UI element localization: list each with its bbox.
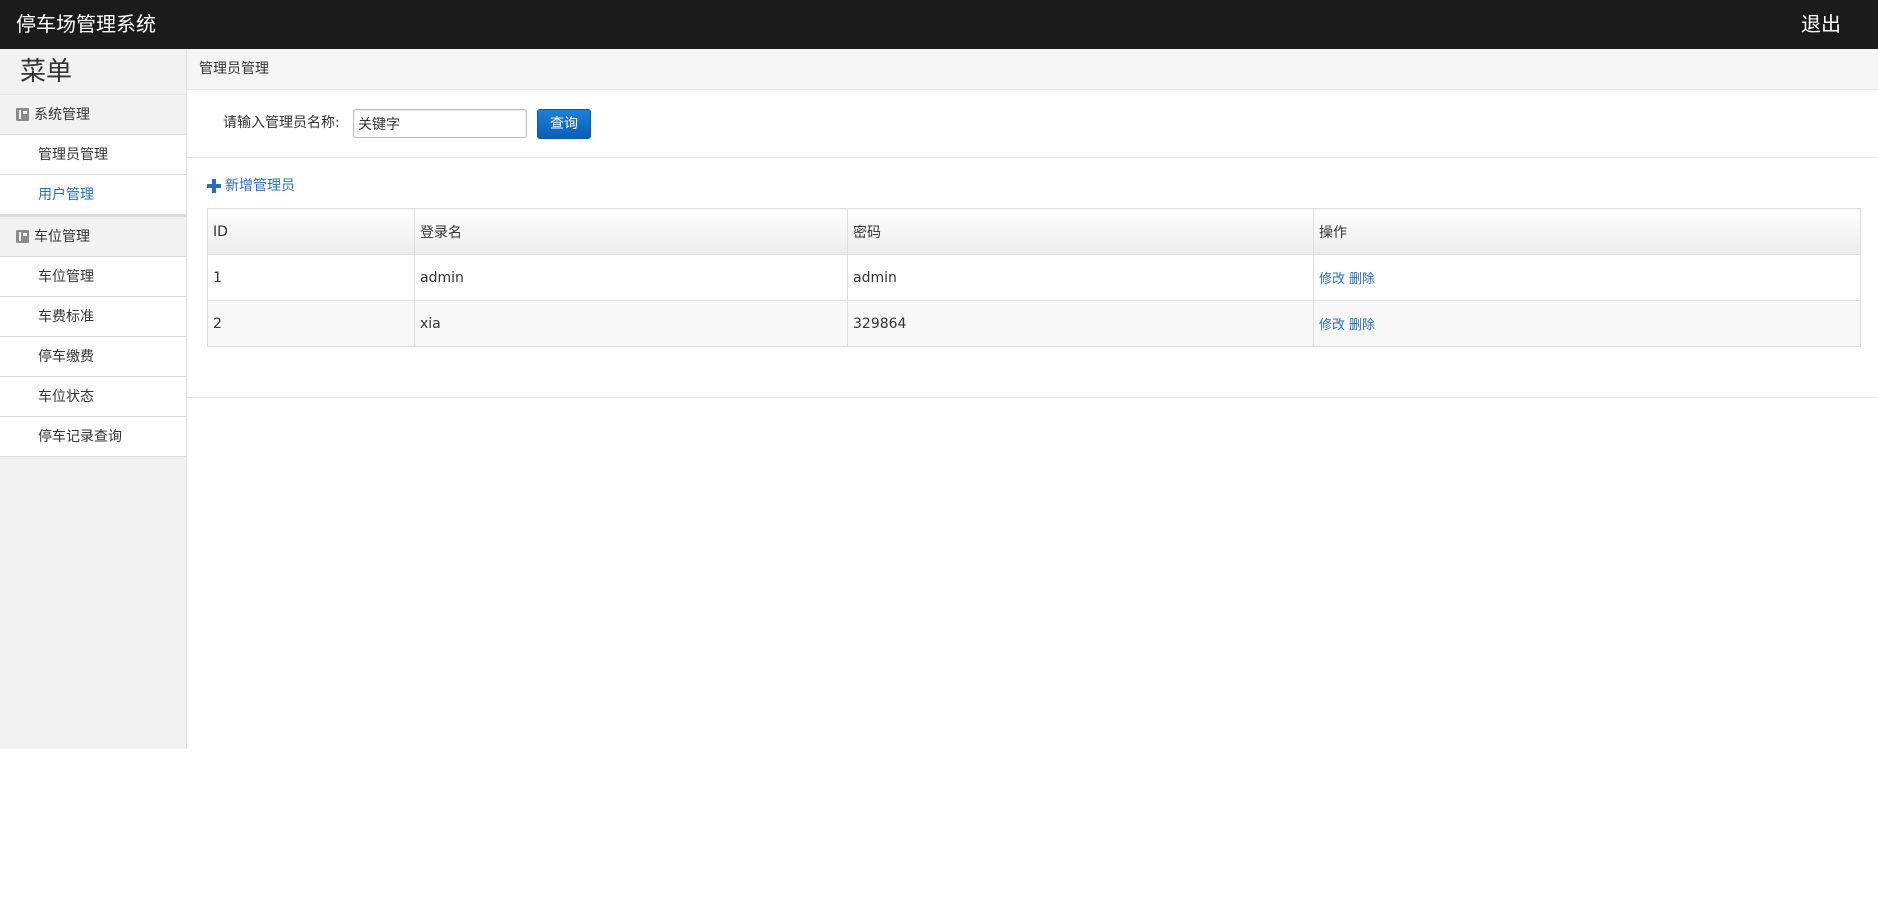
admin-table: ID 登录名 密码 操作 1 admin admin 修改 删除 2 xia 3… (207, 208, 1861, 347)
cell-password: 329864 (847, 300, 1314, 347)
sidebar-group-system[interactable]: 系统管理 (0, 95, 186, 135)
edit-link[interactable]: 修改 (1319, 272, 1345, 287)
sidebar-item-parking-space[interactable]: 车位管理 (0, 257, 186, 297)
column-header-id: ID (207, 208, 415, 255)
cell-login: admin (414, 254, 848, 301)
table-panel: 新增管理员 ID 登录名 密码 操作 1 admin admin 修改 删除 2… (187, 158, 1878, 398)
sidebar: 菜单 系统管理 管理员管理 用户管理 车位管理 车位管理 车费标准 停车缴费 车… (0, 49, 187, 749)
cell-actions: 修改 删除 (1313, 254, 1861, 301)
cell-id: 2 (207, 300, 415, 347)
sidebar-group-parking[interactable]: 车位管理 (0, 217, 186, 257)
search-button[interactable]: 查询 (537, 109, 591, 139)
plus-icon (207, 179, 221, 193)
column-header-actions: 操作 (1313, 208, 1861, 255)
sidebar-item-user-management[interactable]: 用户管理 (0, 175, 186, 215)
edit-link[interactable]: 修改 (1319, 318, 1345, 333)
search-panel: 请输入管理员名称: 查询 (187, 90, 1878, 158)
add-admin-button[interactable]: 新增管理员 (207, 176, 295, 196)
cell-actions: 修改 删除 (1313, 300, 1861, 347)
top-header: 停车场管理系统 退出 (0, 0, 1878, 49)
sidebar-item-parking-payment[interactable]: 停车缴费 (0, 337, 186, 377)
add-admin-label: 新增管理员 (225, 178, 295, 194)
logout-link[interactable]: 退出 (1801, 12, 1841, 36)
column-header-password: 密码 (847, 208, 1314, 255)
app-title: 停车场管理系统 (16, 12, 156, 36)
sidebar-item-fee-standard[interactable]: 车费标准 (0, 297, 186, 337)
table-header-row: ID 登录名 密码 操作 (207, 208, 1861, 255)
sidebar-group-label: 系统管理 (34, 106, 90, 123)
search-label: 请输入管理员名称: (223, 115, 340, 131)
column-header-login: 登录名 (414, 208, 848, 255)
book-icon (16, 108, 29, 121)
sidebar-item-space-status[interactable]: 车位状态 (0, 377, 186, 417)
cell-login: xia (414, 300, 848, 347)
breadcrumb: 管理员管理 (187, 49, 1878, 90)
sidebar-group-label: 车位管理 (34, 228, 90, 245)
cell-id: 1 (207, 254, 415, 301)
sidebar-item-parking-records[interactable]: 停车记录查询 (0, 417, 186, 457)
page-title: 管理员管理 (199, 61, 269, 77)
cell-password: admin (847, 254, 1314, 301)
delete-link[interactable]: 删除 (1349, 272, 1375, 287)
menu-title: 菜单 (0, 49, 186, 95)
main-content: 管理员管理 请输入管理员名称: 查询 新增管理员 ID 登录名 密码 操作 1 (187, 49, 1878, 749)
sidebar-item-admin-management[interactable]: 管理员管理 (0, 135, 186, 175)
search-input[interactable] (353, 109, 527, 138)
table-row: 2 xia 329864 修改 删除 (207, 300, 1861, 347)
table-row: 1 admin admin 修改 删除 (207, 254, 1861, 301)
delete-link[interactable]: 删除 (1349, 318, 1375, 333)
book-icon (16, 230, 29, 243)
